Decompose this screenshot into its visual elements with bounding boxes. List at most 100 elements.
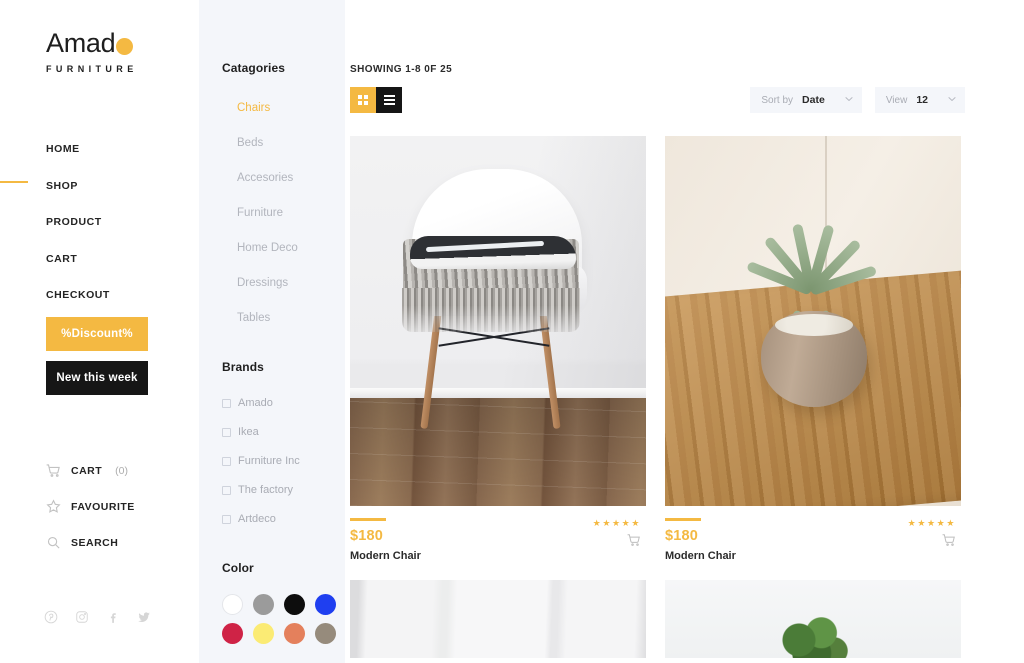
nav-active-indicator	[0, 181, 28, 183]
color-swatch-red[interactable]	[222, 623, 243, 644]
product-image-succulent[interactable]	[665, 136, 961, 506]
add-to-cart-icon[interactable]	[593, 533, 641, 547]
logo-dot-icon	[116, 37, 134, 55]
social-links	[44, 610, 151, 624]
utility-search-label: SEARCH	[71, 536, 119, 549]
product-rating-stars: ★★★★★	[592, 518, 641, 528]
utility-favourite[interactable]: FAVOURITE	[46, 499, 196, 514]
grid-view-button[interactable]	[350, 87, 376, 113]
categories-filter: Catagories Chairs Beds Accesories Furnit…	[222, 61, 298, 347]
utility-links: CART (0) FAVOURITE SEARCH	[46, 463, 196, 571]
color-swatch-blue[interactable]	[315, 594, 336, 615]
twitter-icon[interactable]	[137, 610, 151, 624]
brand-label: Artdeco	[238, 513, 276, 525]
facebook-icon[interactable]	[106, 610, 120, 624]
color-swatch-white[interactable]	[222, 594, 243, 615]
categories-title: Catagories	[222, 61, 286, 75]
view-count-dropdown[interactable]: View 12	[874, 87, 965, 113]
brand-checkbox-the-factory[interactable]: The factory	[222, 484, 300, 496]
main-sidebar: Amad FURNITURE HOME SHOP PRODUCT CART CH…	[0, 0, 199, 663]
logo-wordmark: Amad	[46, 30, 138, 57]
product-listing: SHOWING 1-8 0F 25 Sort by Date View 12 $…	[345, 0, 1024, 663]
grid-icon	[358, 95, 368, 105]
category-item-home-deco[interactable]: Home Deco	[222, 242, 298, 255]
brand-checkbox-ikea[interactable]: Ikea	[222, 426, 300, 438]
utility-cart-count: (0)	[115, 464, 129, 477]
brand-label: Amado	[238, 397, 273, 409]
product-card[interactable]	[665, 579, 961, 658]
brand-checkbox-artdeco[interactable]: Artdeco	[222, 513, 300, 525]
product-meta: $180 Modern Chair ★★★★★	[350, 506, 646, 562]
brand-checkbox-furniture-inc[interactable]: Furniture Inc	[222, 455, 300, 467]
color-title: Color	[222, 561, 254, 575]
list-view-button[interactable]	[376, 87, 402, 113]
color-swatch-taupe[interactable]	[315, 623, 336, 644]
logo-tagline: FURNITURE	[46, 64, 138, 74]
product-rule	[665, 518, 701, 521]
product-image-white-surface[interactable]	[350, 579, 646, 658]
brands-list: Amado Ikea Furniture Inc The factory Art…	[222, 397, 300, 525]
checkbox-icon[interactable]	[222, 485, 231, 495]
brand-logo[interactable]: Amad FURNITURE	[46, 30, 138, 74]
pinterest-icon[interactable]	[44, 610, 58, 624]
results-count: SHOWING 1-8 0F 25	[350, 64, 453, 75]
chevron-down-icon[interactable]	[845, 96, 853, 104]
nav-item-home[interactable]: HOME	[46, 141, 196, 157]
product-image-white-chair[interactable]	[350, 136, 646, 506]
toolbar-dropdowns: Sort by Date View 12	[750, 87, 965, 113]
nav-item-product[interactable]: PRODUCT	[46, 214, 196, 230]
shop-page: Amad FURNITURE HOME SHOP PRODUCT CART CH…	[0, 0, 1024, 663]
category-item-accesories[interactable]: Accesories	[222, 172, 298, 185]
checkbox-icon[interactable]	[222, 427, 231, 437]
product-card[interactable]	[350, 579, 646, 658]
utility-cart-label: CART	[71, 464, 103, 477]
color-swatch-salmon[interactable]	[284, 623, 305, 644]
nav-item-cart[interactable]: CART	[46, 251, 196, 267]
checkbox-icon[interactable]	[222, 514, 231, 524]
sort-by-value: Date	[802, 94, 825, 106]
new-this-week-button[interactable]: New this week	[46, 361, 148, 395]
utility-cart[interactable]: CART (0)	[46, 463, 196, 478]
category-item-tables[interactable]: Tables	[222, 312, 298, 325]
brand-label: Ikea	[238, 426, 259, 438]
category-item-beds[interactable]: Beds	[222, 137, 298, 150]
brand-label: The factory	[238, 484, 294, 496]
product-meta: $180 Modern Chair ★★★★★	[665, 506, 961, 562]
checkbox-icon[interactable]	[222, 456, 231, 466]
list-icon	[383, 95, 395, 105]
product-image-green-plant[interactable]	[665, 579, 961, 658]
brands-title: Brands	[222, 360, 264, 374]
brand-checkbox-amado[interactable]: Amado	[222, 397, 300, 409]
color-swatch-gray[interactable]	[253, 594, 274, 615]
product-actions: ★★★★★	[908, 518, 956, 547]
product-rule	[350, 518, 386, 521]
category-item-furniture[interactable]: Furniture	[222, 207, 298, 220]
chevron-down-icon[interactable]	[948, 96, 956, 104]
search-icon	[46, 535, 61, 550]
product-card[interactable]: $180 Modern Chair ★★★★★	[665, 136, 961, 562]
product-card[interactable]: $180 Modern Chair ★★★★★	[350, 136, 646, 562]
discount-button[interactable]: %Discount%	[46, 317, 148, 351]
color-swatch-yellow[interactable]	[253, 623, 274, 644]
color-swatch-black[interactable]	[284, 594, 305, 615]
nav-item-shop[interactable]: SHOP	[46, 178, 196, 194]
brands-filter: Brands Amado Ikea Furniture Inc The fact…	[222, 360, 300, 542]
color-filter: Color	[222, 561, 341, 644]
checkbox-icon[interactable]	[222, 398, 231, 408]
view-mode-toggle	[350, 87, 402, 113]
instagram-icon[interactable]	[75, 610, 89, 624]
category-item-chairs[interactable]: Chairs	[222, 102, 298, 115]
add-to-cart-icon[interactable]	[908, 533, 956, 547]
utility-favourite-label: FAVOURITE	[71, 500, 135, 513]
view-count-label: View	[885, 94, 908, 106]
product-grid: $180 Modern Chair ★★★★★ $180 Modern Chai…	[350, 136, 961, 658]
brand-label: Furniture Inc	[238, 455, 300, 467]
nav-item-checkout[interactable]: CHECKOUT	[46, 287, 196, 303]
sort-by-dropdown[interactable]: Sort by Date	[750, 87, 862, 113]
category-item-dressings[interactable]: Dressings	[222, 277, 298, 290]
star-icon	[46, 499, 61, 514]
primary-nav: HOME SHOP PRODUCT CART CHECKOUT	[46, 141, 196, 324]
utility-search[interactable]: SEARCH	[46, 535, 196, 550]
sort-by-label: Sort by	[761, 94, 794, 106]
product-rating-stars: ★★★★★	[907, 518, 956, 528]
